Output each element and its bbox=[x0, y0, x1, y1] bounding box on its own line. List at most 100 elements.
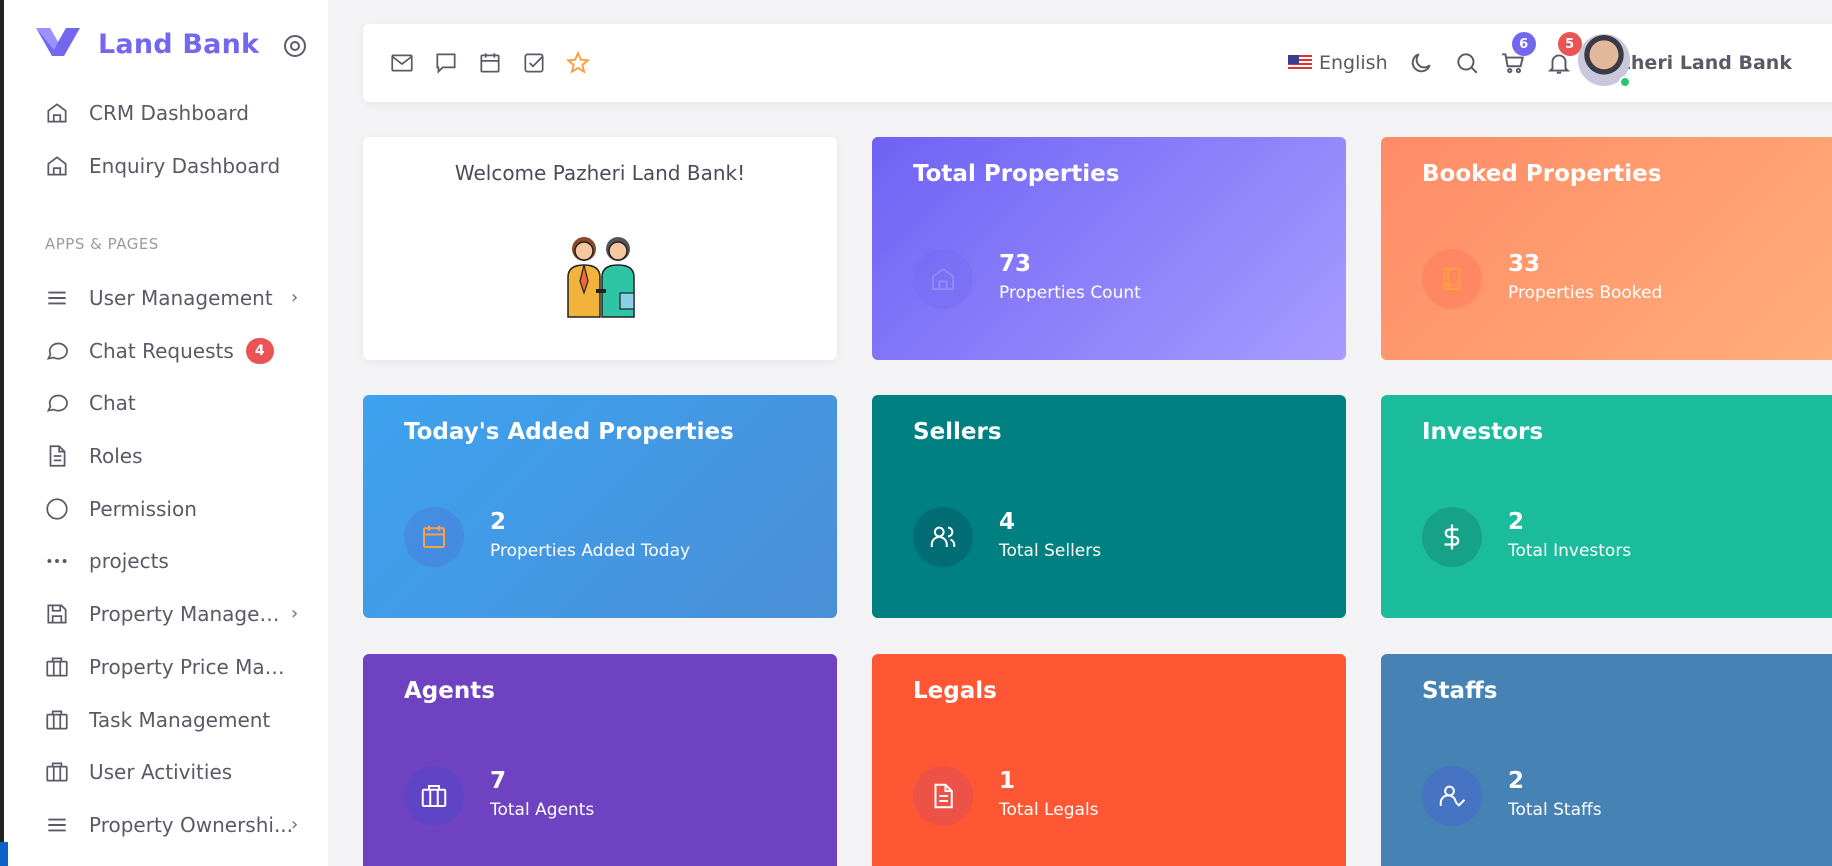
sidebar-collapse-toggle[interactable] bbox=[284, 35, 306, 57]
card-label: Total Legals bbox=[999, 800, 1099, 820]
file-icon bbox=[913, 766, 973, 826]
chat-icon[interactable] bbox=[433, 50, 459, 76]
topbar-right-group: English 6 5 Pazheri Land Bank bbox=[1288, 32, 1792, 85]
agents-card[interactable]: Agents 7 Total Agents bbox=[363, 654, 837, 866]
card-value: 33 bbox=[1508, 251, 1541, 277]
sidebar-item-label: projects bbox=[89, 549, 169, 573]
staffs-card[interactable]: Staffs 2 Total Staffs bbox=[1381, 654, 1832, 866]
legals-card[interactable]: Legals 1 Total Legals bbox=[872, 654, 1346, 866]
sidebar-item-chat[interactable]: Chat bbox=[44, 383, 304, 423]
sidebar-item-label: Permission bbox=[89, 497, 197, 521]
welcome-text: Welcome Pazheri Land Bank! bbox=[454, 161, 746, 185]
sidebar-item-label: Enquiry Dashboard bbox=[89, 154, 281, 178]
sidebar-item-projects[interactable]: projects bbox=[44, 541, 304, 581]
card-label: Properties Booked bbox=[1508, 283, 1663, 303]
card-title: Agents bbox=[404, 678, 495, 704]
online-status-dot bbox=[1619, 76, 1631, 88]
sidebar-item-label: User Management bbox=[89, 286, 273, 310]
chat-icon bbox=[46, 342, 68, 360]
investors-card[interactable]: Investors 2 Total Investors bbox=[1381, 395, 1832, 618]
sidebar-item-label: Property Price Man... bbox=[89, 655, 294, 679]
menu-icon bbox=[48, 818, 66, 832]
dollar-icon bbox=[1422, 507, 1482, 567]
home-icon bbox=[913, 249, 973, 309]
handshake-illustration-icon bbox=[558, 233, 644, 323]
mail-icon[interactable] bbox=[389, 50, 415, 76]
card-title: Total Properties bbox=[913, 161, 1120, 187]
card-value: 4 bbox=[999, 509, 1016, 535]
calendar-icon bbox=[404, 507, 464, 567]
card-value: 1 bbox=[999, 768, 1016, 794]
sidebar-item-label: Roles bbox=[89, 444, 143, 468]
welcome-card: Welcome Pazheri Land Bank! bbox=[363, 137, 837, 360]
card-label: Total Agents bbox=[490, 800, 595, 820]
sellers-card[interactable]: Sellers 4 Total Sellers bbox=[872, 395, 1346, 618]
brand-name: Land Bank bbox=[98, 28, 260, 60]
us-flag-icon bbox=[1288, 55, 1312, 71]
total-properties-card[interactable]: Total Properties 73 Properties Count bbox=[872, 137, 1346, 360]
card-title: Today's Added Properties bbox=[404, 419, 734, 445]
shortcut-icons bbox=[389, 50, 609, 76]
card-value: 2 bbox=[1508, 509, 1525, 535]
taskbar-edge bbox=[0, 842, 8, 866]
sidebar-item-label: Chat bbox=[89, 391, 136, 415]
card-value: 7 bbox=[490, 768, 507, 794]
search-button[interactable] bbox=[1454, 50, 1480, 76]
card-label: Properties Added Today bbox=[490, 541, 691, 561]
menu-icon bbox=[48, 291, 66, 305]
sidebar-item-property-ownership[interactable]: Property Ownershi... › bbox=[44, 805, 304, 845]
chat-icon bbox=[46, 394, 68, 412]
cart-badge: 6 bbox=[1511, 32, 1536, 56]
card-title: Staffs bbox=[1422, 678, 1498, 704]
sidebar-item-roles[interactable]: Roles bbox=[44, 436, 304, 476]
document-icon bbox=[49, 445, 66, 467]
app-root: Land Bank CRM Dashboard Enquiry Dashboar… bbox=[0, 0, 1832, 866]
chevron-right-icon: › bbox=[291, 814, 299, 835]
book-icon bbox=[1422, 249, 1482, 309]
card-title: Legals bbox=[913, 678, 997, 704]
sidebar-item-property-price-management[interactable]: Property Price Man... bbox=[44, 647, 304, 687]
notifications-button[interactable]: 5 bbox=[1546, 32, 1582, 76]
briefcase-icon bbox=[46, 710, 68, 730]
dark-mode-toggle[interactable] bbox=[1408, 50, 1434, 76]
moon-icon bbox=[1411, 53, 1431, 73]
users-icon bbox=[913, 507, 973, 567]
card-value: 73 bbox=[999, 251, 1032, 277]
card-title: Booked Properties bbox=[1422, 161, 1662, 187]
booked-properties-card[interactable]: Booked Properties 33 Properties Booked bbox=[1381, 137, 1832, 360]
card-title: Sellers bbox=[913, 419, 1002, 445]
search-icon bbox=[1456, 53, 1478, 74]
circle-icon bbox=[46, 498, 68, 520]
briefcase-icon bbox=[404, 766, 464, 826]
language-label: English bbox=[1319, 52, 1388, 74]
calendar-icon[interactable] bbox=[477, 50, 503, 76]
chevron-right-icon: › bbox=[291, 287, 299, 308]
sidebar-item-enquiry-dashboard[interactable]: Enquiry Dashboard bbox=[44, 146, 304, 186]
sidebar-item-chat-requests[interactable]: Chat Requests 4 bbox=[44, 331, 304, 371]
chevron-right-icon: › bbox=[291, 603, 299, 624]
card-value: 2 bbox=[1508, 768, 1525, 794]
top-navbar: English 6 5 Pazheri Land Bank bbox=[363, 24, 1832, 102]
checkbox-icon[interactable] bbox=[521, 50, 547, 76]
todays-added-properties-card[interactable]: Today's Added Properties 2 Properties Ad… bbox=[363, 395, 837, 618]
sidebar-item-user-management[interactable]: User Management › bbox=[44, 278, 304, 318]
card-label: Total Investors bbox=[1508, 541, 1632, 561]
sidebar-item-label: User Activities bbox=[89, 760, 233, 784]
sidebar-item-crm-dashboard[interactable]: CRM Dashboard bbox=[44, 93, 304, 133]
brand[interactable]: Land Bank bbox=[34, 26, 259, 62]
card-label: Total Sellers bbox=[999, 541, 1102, 561]
sidebar-item-property-management[interactable]: Property Managem... › bbox=[44, 594, 304, 634]
user-check-icon bbox=[1422, 766, 1482, 826]
section-title-apps-pages: APPS & PAGES bbox=[45, 235, 159, 253]
sidebar-item-user-activities[interactable]: User Activities bbox=[44, 752, 304, 792]
star-icon[interactable] bbox=[565, 50, 591, 76]
sidebar-item-permission[interactable]: Permission bbox=[44, 489, 304, 529]
language-selector[interactable]: English bbox=[1288, 52, 1388, 74]
cart-button[interactable]: 6 bbox=[1500, 32, 1536, 76]
sidebar-item-task-management[interactable]: Task Management bbox=[44, 700, 304, 740]
sidebar: Land Bank CRM Dashboard Enquiry Dashboar… bbox=[0, 0, 328, 866]
chat-requests-badge: 4 bbox=[245, 338, 274, 364]
card-value: 2 bbox=[490, 509, 507, 535]
save-icon bbox=[47, 604, 67, 624]
card-title: Investors bbox=[1422, 419, 1544, 445]
